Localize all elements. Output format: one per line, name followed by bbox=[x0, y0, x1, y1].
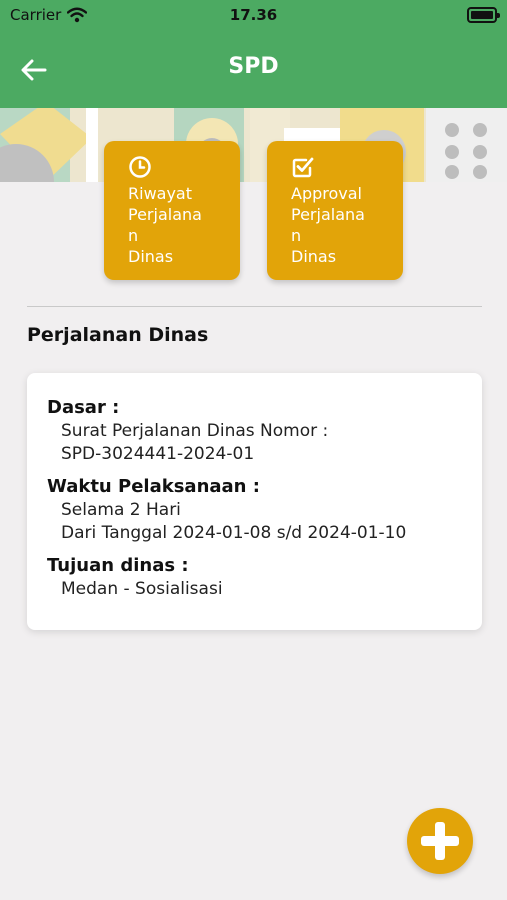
dasar-label: Dasar : bbox=[47, 397, 120, 418]
destination-value: Medan - Sosialisasi bbox=[61, 579, 223, 599]
status-bar: Carrier 17.36 bbox=[0, 0, 507, 32]
spd-number: SPD-3024441-2024-01 bbox=[61, 444, 255, 464]
dasar-value: Surat Perjalanan Dinas Nomor : bbox=[61, 421, 329, 441]
status-time: 17.36 bbox=[229, 6, 278, 24]
trip-card[interactable]: Dasar : Surat Perjalanan Dinas Nomor : S… bbox=[27, 373, 482, 630]
menu-label: Approval Perjalana n Dinas bbox=[291, 184, 365, 266]
section-title: Perjalanan Dinas bbox=[27, 324, 209, 346]
menu-label: Riwayat Perjalana n Dinas bbox=[128, 184, 202, 266]
header-banner bbox=[0, 108, 507, 182]
page-title: SPD bbox=[228, 54, 279, 79]
riwayat-perjalanan-dinas-button[interactable]: Riwayat Perjalana n Dinas bbox=[104, 141, 240, 280]
add-button[interactable] bbox=[407, 808, 473, 874]
approval-perjalanan-dinas-button[interactable]: Approval Perjalana n Dinas bbox=[267, 141, 403, 280]
duration-value: Selama 2 Hari bbox=[61, 500, 181, 520]
checkbox-icon bbox=[292, 157, 314, 178]
banner-pattern bbox=[0, 108, 507, 182]
date-range-value: Dari Tanggal 2024-01-08 s/d 2024-01-10 bbox=[61, 523, 407, 543]
divider bbox=[27, 306, 482, 307]
battery-icon bbox=[467, 7, 500, 23]
tujuan-label: Tujuan dinas : bbox=[47, 555, 189, 576]
clock-icon bbox=[129, 156, 151, 178]
app-bar: SPD bbox=[0, 32, 507, 108]
waktu-label: Waktu Pelaksanaan : bbox=[47, 476, 260, 497]
